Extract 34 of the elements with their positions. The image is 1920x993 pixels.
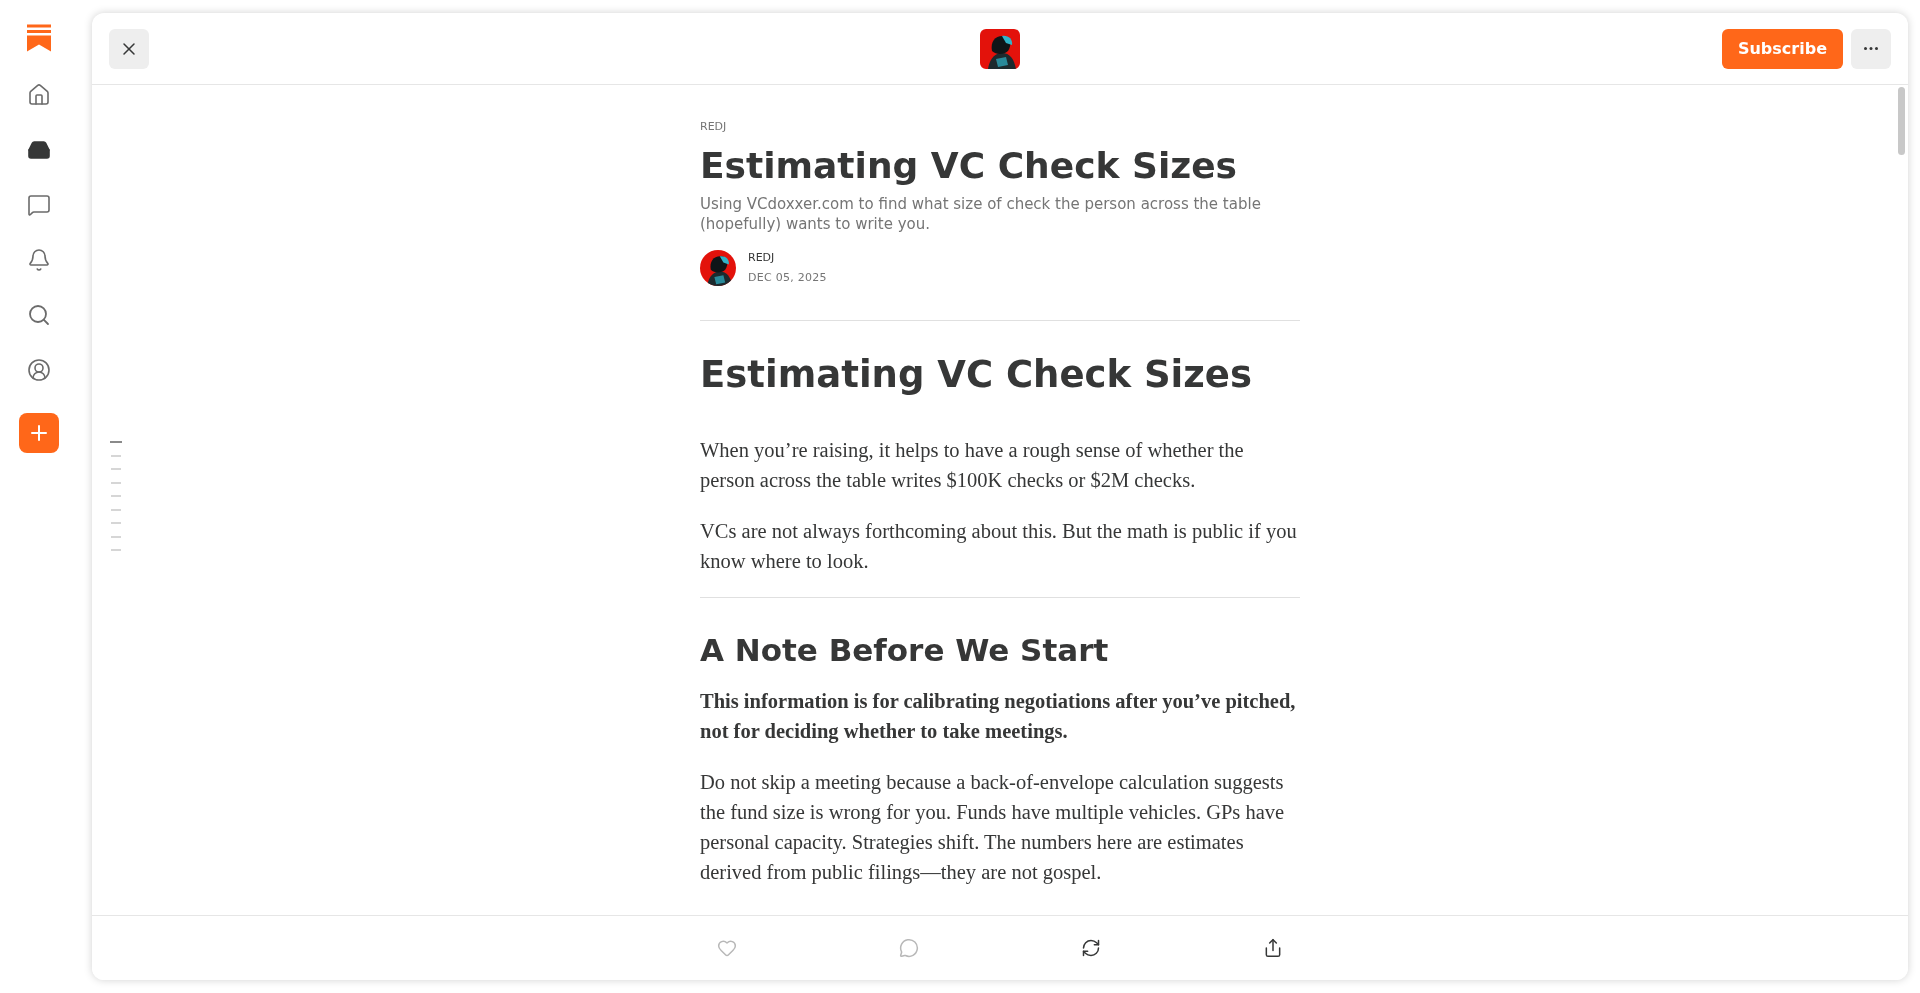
paragraph: Do not skip a meeting because a back-of-envelope calculation suggests the fund size is wrong for you. Funds have multiple vehicles. GPs have personal capacity. Strategies shift. The numbers here are estimates derived from public filings—they are not gospel. <box>700 769 1286 886</box>
paragraph: When you’re raising, it helps to have a rough sense of whether the person across the table writes $100K checks or $2M checks. <box>700 437 1245 494</box>
profile-icon[interactable] <box>27 358 51 382</box>
bookmark-logo-icon[interactable] <box>27 24 51 52</box>
outline-marker[interactable] <box>111 468 121 470</box>
publication-name: REDJ <box>700 119 728 135</box>
home-icon[interactable] <box>27 83 51 107</box>
create-button[interactable] <box>19 413 59 453</box>
author-name[interactable]: REDJ <box>748 249 827 266</box>
post-title: Estimating VC Check Sizes <box>700 143 1238 188</box>
search-icon[interactable] <box>27 303 51 327</box>
inbox-icon[interactable] <box>27 138 51 162</box>
outline-marker[interactable] <box>111 508 121 511</box>
post-subtitle: Using VCdoxxer.com to find what size of check the person across the table (hopefully) wants to write you. <box>700 193 1262 234</box>
outline-marker[interactable] <box>111 549 121 551</box>
share-icon[interactable] <box>1263 938 1283 958</box>
more-icon <box>1864 47 1878 50</box>
outline-marker[interactable] <box>110 441 122 443</box>
more-button[interactable] <box>1851 28 1891 69</box>
chat-icon[interactable] <box>27 193 51 217</box>
article-heading: Estimating VC Check Sizes <box>700 351 1253 398</box>
outline-marker[interactable] <box>111 522 121 524</box>
outline-marker[interactable] <box>111 481 121 484</box>
section-heading: A Note Before We Start <box>700 630 1110 670</box>
paragraph: VCs are not always forthcoming about this. But the math is public if you know where to look. <box>700 518 1298 574</box>
bold-paragraph: This information is for calibrating negotiations after you’ve pitched, not for deciding whether to take meetings. <box>700 688 1297 745</box>
post-date: DEC 05, 2025 <box>748 270 827 286</box>
outline-marker[interactable] <box>111 495 121 497</box>
scrollbar-thumb[interactable] <box>1898 87 1905 155</box>
restack-icon[interactable] <box>1081 938 1101 958</box>
outline-marker[interactable] <box>111 535 121 538</box>
bell-icon[interactable] <box>27 248 51 272</box>
close-button[interactable] <box>109 28 149 69</box>
outline-marker[interactable] <box>111 454 121 457</box>
